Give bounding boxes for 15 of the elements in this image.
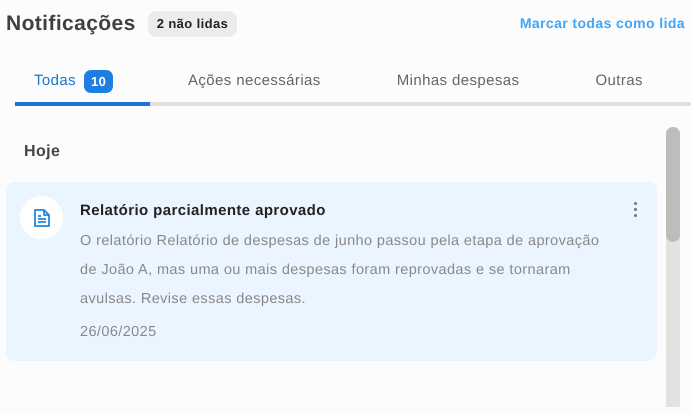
tab[interactable]: Minhas despesas: [358, 70, 558, 106]
notification-title: Relatório parcialmente aprovado: [80, 201, 326, 221]
document-icon: [32, 208, 50, 228]
notification-body: O relatório Relatório de despesas de junho passou pela etapa de aprovação de João A, mas uma ou mais despesas foram reprovadas e se tornaram avulsas. Revise essas despesas.: [80, 232, 600, 308]
unread-count: 2 não lidas: [148, 11, 238, 36]
tab[interactable]: Outras: [557, 70, 643, 106]
tab[interactable]: Ações necessárias: [150, 70, 359, 106]
tab[interactable]: Todas 10: [15, 70, 150, 106]
page-title: Notificações: [6, 11, 136, 37]
more-options-icon[interactable]: [632, 200, 639, 219]
notification-date: 26/06/2025: [80, 322, 158, 342]
tab-count-badge: 10: [84, 70, 114, 93]
notification-card[interactable]: [6, 182, 657, 362]
scrollbar[interactable]: [666, 127, 680, 407]
section-heading: Hoje: [24, 142, 62, 162]
